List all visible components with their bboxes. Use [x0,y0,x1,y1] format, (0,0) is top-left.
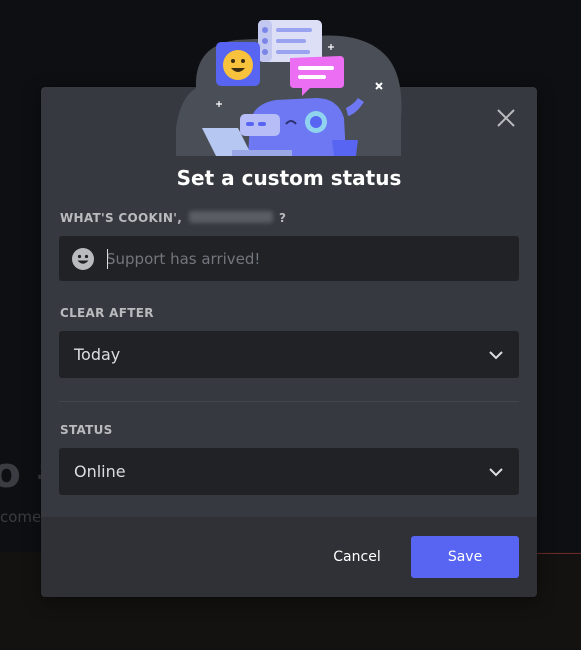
chevron-down-icon [489,351,503,360]
text-caret [107,249,108,269]
background-welcome-text: come [0,508,42,526]
close-icon[interactable] [494,106,518,130]
modal-title: Set a custom status [176,166,402,190]
custom-status-label-prefix: WHAT'S COOKIN', [60,211,183,225]
smiley-emoji-icon[interactable] [71,247,95,271]
custom-status-illustration-icon [176,20,402,156]
custom-status-label-suffix: ? [279,211,287,225]
blurred-username [188,211,273,223]
status-select[interactable]: Online [59,448,519,495]
save-button[interactable]: Save [411,536,519,578]
status-label: STATUS [60,423,113,437]
custom-status-input[interactable] [106,236,506,281]
background-divider [530,553,581,554]
chevron-down-icon [489,468,503,477]
status-value: Online [74,462,126,481]
clear-after-label: CLEAR AFTER [60,306,154,320]
custom-status-label: WHAT'S COOKIN', ? [60,211,286,225]
section-divider [59,401,519,402]
clear-after-value: Today [74,345,121,364]
clear-after-select[interactable]: Today [59,331,519,378]
custom-status-field [59,236,519,281]
cancel-button[interactable]: Cancel [322,536,392,578]
